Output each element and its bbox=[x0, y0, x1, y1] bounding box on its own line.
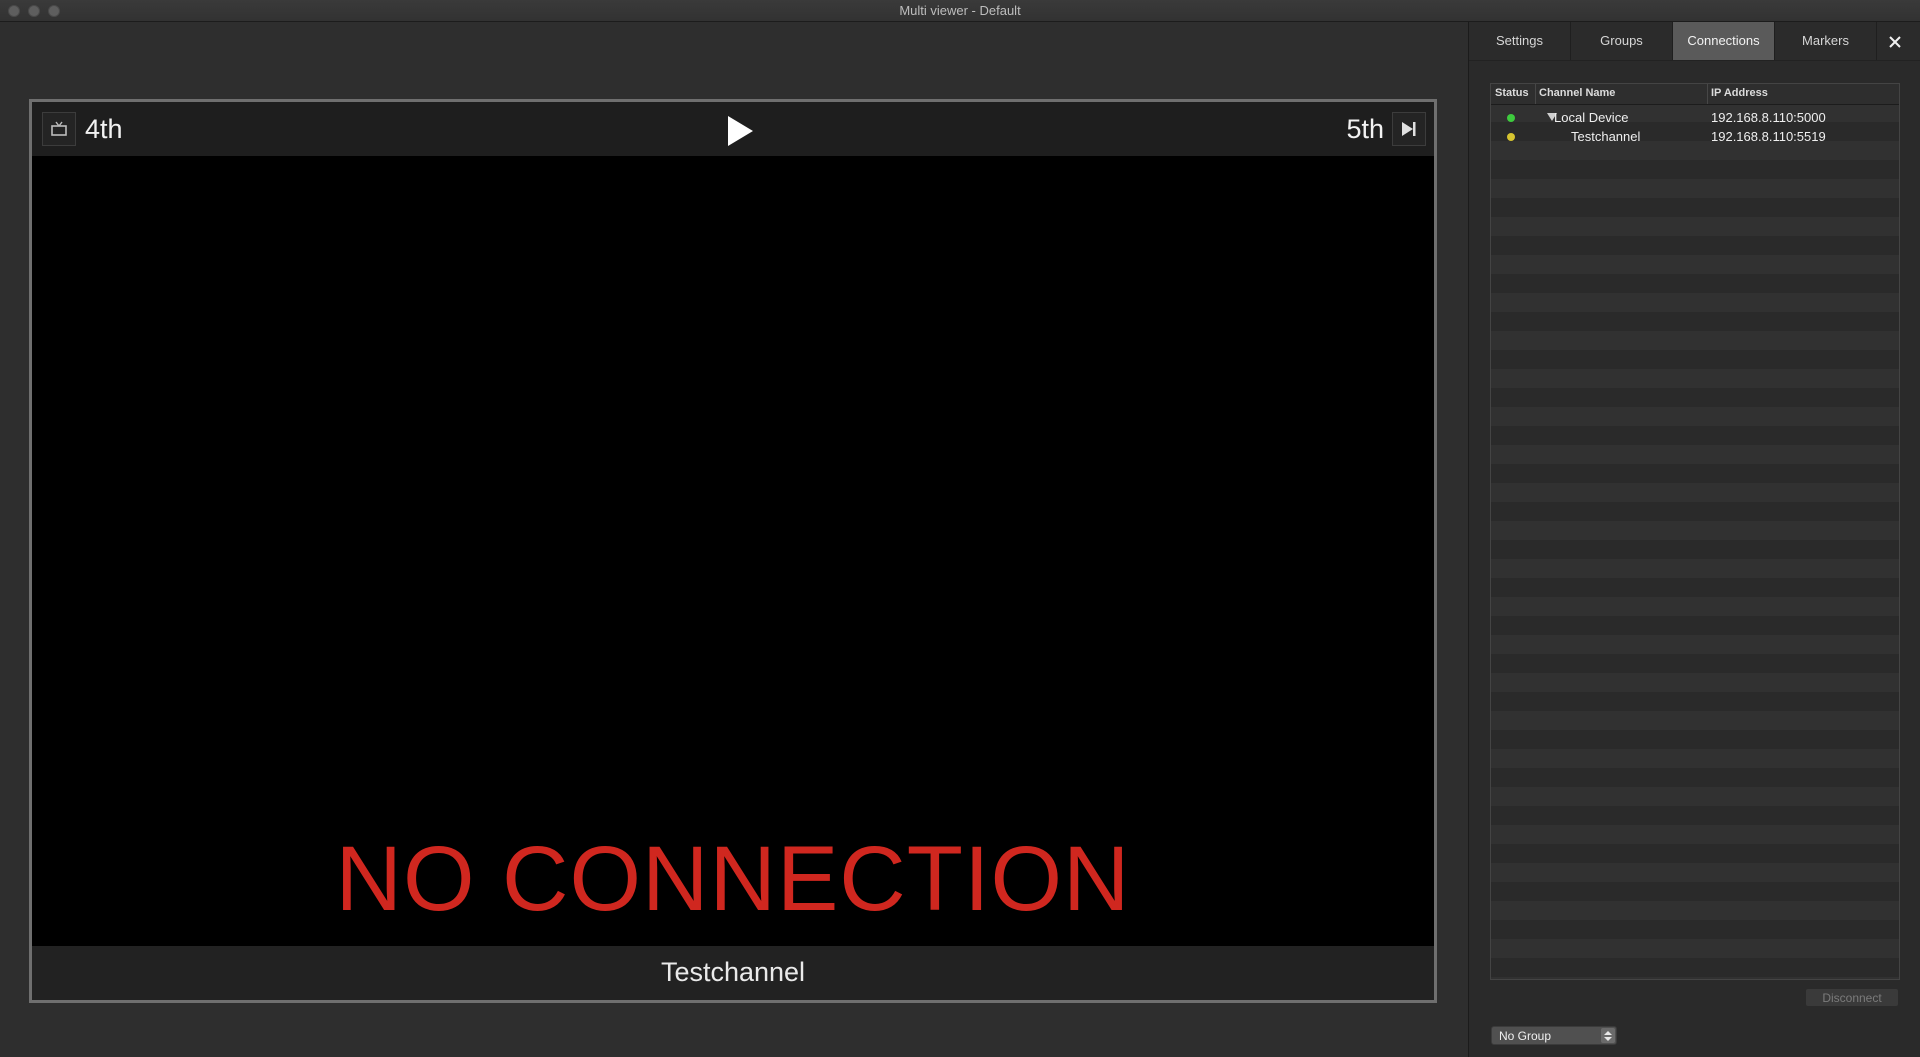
viewer-top-bar: 4th 5th bbox=[32, 102, 1434, 156]
side-panel-tabs: Settings Groups Connections Markers bbox=[1469, 22, 1920, 61]
group-select-value: No Group bbox=[1499, 1029, 1552, 1043]
tab-settings[interactable]: Settings bbox=[1469, 22, 1571, 60]
disconnect-button[interactable]: Disconnect bbox=[1805, 988, 1899, 1007]
tv-icon bbox=[51, 121, 67, 136]
next-channel-label: 5th bbox=[1346, 114, 1384, 144]
channel-viewer[interactable]: 4th 5th NO CONNECTION Testchannel bbox=[29, 99, 1437, 1003]
status-indicator bbox=[1507, 133, 1515, 141]
column-header-status[interactable]: Status bbox=[1495, 87, 1529, 99]
column-header-channel-name[interactable]: Channel Name bbox=[1539, 87, 1615, 99]
next-channel-button[interactable] bbox=[1392, 112, 1426, 146]
tab-groups[interactable]: Groups bbox=[1571, 22, 1673, 60]
ip-address-cell: 192.168.8.110:5519 bbox=[1711, 129, 1826, 144]
column-divider bbox=[1707, 84, 1708, 104]
column-header-ip-address[interactable]: IP Address bbox=[1711, 87, 1768, 99]
table-header: Status Channel Name IP Address bbox=[1491, 84, 1899, 105]
stepper-arrows-icon bbox=[1601, 1028, 1615, 1043]
previous-channel-label: 4th bbox=[85, 114, 123, 144]
play-icon bbox=[728, 116, 753, 146]
side-panel: Settings Groups Connections Markers Stat… bbox=[1468, 22, 1920, 1057]
channel-name-label: Testchannel bbox=[660, 957, 806, 987]
close-panel-button[interactable] bbox=[1883, 30, 1907, 54]
skip-forward-icon bbox=[1402, 122, 1416, 136]
previous-channel-button[interactable] bbox=[42, 112, 76, 146]
column-divider bbox=[1535, 84, 1536, 104]
channel-name-cell: Testchannel bbox=[1571, 129, 1641, 144]
table-row[interactable]: Testchannel 192.168.8.110:5519 bbox=[1491, 127, 1899, 146]
status-indicator bbox=[1507, 114, 1515, 122]
close-icon bbox=[1889, 36, 1901, 48]
ip-address-cell: 192.168.8.110:5000 bbox=[1711, 110, 1826, 125]
window-titlebar: Multi viewer - Default bbox=[0, 0, 1920, 22]
table-row[interactable]: Local Device 192.168.8.110:5000 bbox=[1491, 108, 1899, 127]
viewer-area: 4th 5th NO CONNECTION Testchannel bbox=[0, 22, 1468, 1057]
tab-markers[interactable]: Markers bbox=[1775, 22, 1877, 60]
connections-table[interactable]: Status Channel Name IP Address Local Dev… bbox=[1490, 83, 1900, 980]
play-button[interactable] bbox=[723, 114, 757, 148]
group-select[interactable]: No Group bbox=[1491, 1026, 1617, 1045]
tab-connections[interactable]: Connections bbox=[1673, 22, 1775, 60]
no-connection-message: NO CONNECTION bbox=[335, 828, 1131, 930]
channel-name-cell: Local Device bbox=[1554, 110, 1629, 125]
viewer-bottom-bar: Testchannel bbox=[32, 946, 1434, 1000]
window-title: Multi viewer - Default bbox=[899, 3, 1021, 18]
